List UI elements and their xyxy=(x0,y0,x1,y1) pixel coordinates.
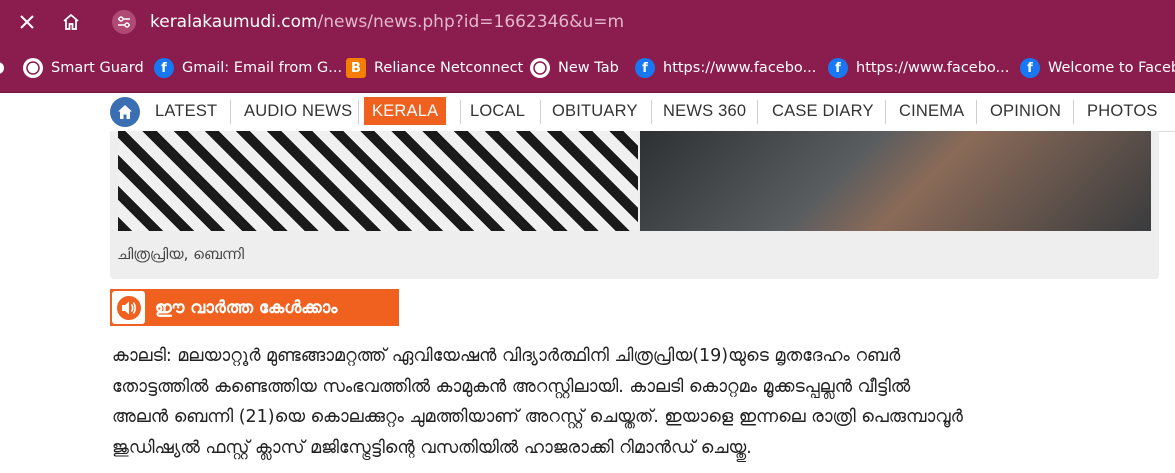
bookmark-gmail[interactable]: f Gmail: Email from G... xyxy=(154,56,342,80)
photo-caption: ചിത്രപ്രിയ, ബെന്നി xyxy=(117,245,245,263)
globe-icon xyxy=(530,58,550,78)
url-text[interactable]: keralakaumudi.com/news/news.php?id=16623… xyxy=(150,12,624,32)
nav-item-opinion[interactable]: OPINION xyxy=(990,97,1061,125)
speaker-icon xyxy=(112,291,145,324)
nav-item-latest[interactable]: LATEST xyxy=(155,97,217,125)
home-icon xyxy=(63,13,79,30)
article-photo: ചിത്രപ്രിയ, ബെന്നി xyxy=(110,131,1159,279)
nav-item-case-diary[interactable]: CASE DIARY xyxy=(772,97,874,125)
bookmark-partial[interactable] xyxy=(0,56,12,80)
listen-news-button[interactable]: ഈ വാർത്ത കേൾക്കാം xyxy=(110,289,399,326)
article-line: തോട്ടത്തിൽ കണ്ടെത്തിയ സംഭവത്തിൽ കാമുകൻ അ… xyxy=(112,376,911,397)
facebook-icon: f xyxy=(828,58,848,78)
article-line: കാലടി: മലയാറ്റൂർ മുണ്ടങ്ങാമറ്റത്ത് ഏവിയേ… xyxy=(112,346,901,366)
bookmark-label: Welcome to Facebo xyxy=(1048,60,1175,76)
bookmark-smart-guard[interactable]: Smart Guard xyxy=(23,56,144,80)
bookmark-label: https://www.facebo... xyxy=(856,60,1010,76)
nav-divider xyxy=(540,100,541,124)
nav-item-cinema[interactable]: CINEMA xyxy=(899,97,964,125)
facebook-icon: f xyxy=(635,58,655,78)
nav-divider xyxy=(358,100,359,124)
bookmark-facebook-2[interactable]: f https://www.facebo... xyxy=(828,56,1009,80)
url-host: keralakaumudi.com xyxy=(150,12,318,32)
close-icon xyxy=(20,15,34,29)
bookmark-label: Gmail: Email from G... xyxy=(182,60,343,76)
home-icon xyxy=(118,105,132,119)
nav-item-obituary[interactable]: OBITUARY xyxy=(552,97,638,125)
facebook-icon: f xyxy=(1020,58,1040,78)
nav-divider xyxy=(460,100,461,124)
globe-icon xyxy=(0,62,4,74)
nav-item-local[interactable]: LOCAL xyxy=(470,97,525,125)
facebook-icon: f xyxy=(154,58,174,78)
nav-divider xyxy=(976,100,977,124)
close-tab-button[interactable] xyxy=(12,7,42,37)
article-line: ജുഡിഷ്യൽ ഫസ്റ്റ് ക്ലാസ് മജിസ്ട്രേട്ടിന്റ… xyxy=(112,437,752,458)
site-settings-icon[interactable] xyxy=(112,10,136,34)
bookmark-label: https://www.facebo... xyxy=(663,60,817,76)
bookmark-label: Reliance Netconnect xyxy=(374,60,524,76)
home-button[interactable] xyxy=(56,7,86,37)
url-path: /news/news.php?id=1662346&u=m xyxy=(317,12,625,32)
bookmarks-bar: Smart Guard f Gmail: Email from G... B Rel… xyxy=(0,44,1175,93)
bookmark-label: Smart Guard xyxy=(51,60,144,76)
nav-divider xyxy=(651,100,652,124)
bookmark-new-tab[interactable]: New Tab xyxy=(530,56,619,80)
photo-right xyxy=(640,131,1151,231)
globe-icon xyxy=(23,58,43,78)
article-body: കാലടി: മലയാറ്റൂർ മുണ്ടങ്ങാമറ്റത്ത് ഏവിയേ… xyxy=(112,341,1162,463)
browser-toolbar: keralakaumudi.com/news/news.php?id=16623… xyxy=(0,0,1175,44)
bookmark-label: New Tab xyxy=(558,60,619,76)
nav-item-kerala[interactable]: KERALA xyxy=(364,97,447,125)
article-line: അലൻ ബെന്നി (21)യെ കൊലക്കുറ്റം ചുമത്തിയാണ… xyxy=(112,407,963,427)
nav-item-audio-news[interactable]: AUDIO NEWS xyxy=(244,97,352,125)
address-bar[interactable]: keralakaumudi.com/news/news.php?id=16623… xyxy=(100,5,1175,39)
listen-label: ഈ വാർത്ത കേൾക്കാം xyxy=(155,297,338,318)
nav-divider xyxy=(230,100,231,124)
home-nav-button[interactable] xyxy=(110,97,140,127)
nav-divider xyxy=(885,100,886,124)
nav-divider xyxy=(757,100,758,124)
nav-item-photos[interactable]: PHOTOS xyxy=(1087,97,1158,125)
bookmark-facebook-3[interactable]: f Welcome to Facebo xyxy=(1020,56,1175,80)
blogger-icon: B xyxy=(346,58,366,78)
site-nav: LATEST AUDIO NEWS KERALA LOCAL OBITUARY … xyxy=(110,93,1175,132)
nav-item-news-360[interactable]: NEWS 360 xyxy=(663,97,746,125)
nav-divider xyxy=(1073,100,1074,124)
bookmark-facebook-1[interactable]: f https://www.facebo... xyxy=(635,56,816,80)
bookmark-reliance[interactable]: B Reliance Netconnect xyxy=(346,56,523,80)
photo-left xyxy=(118,131,638,231)
